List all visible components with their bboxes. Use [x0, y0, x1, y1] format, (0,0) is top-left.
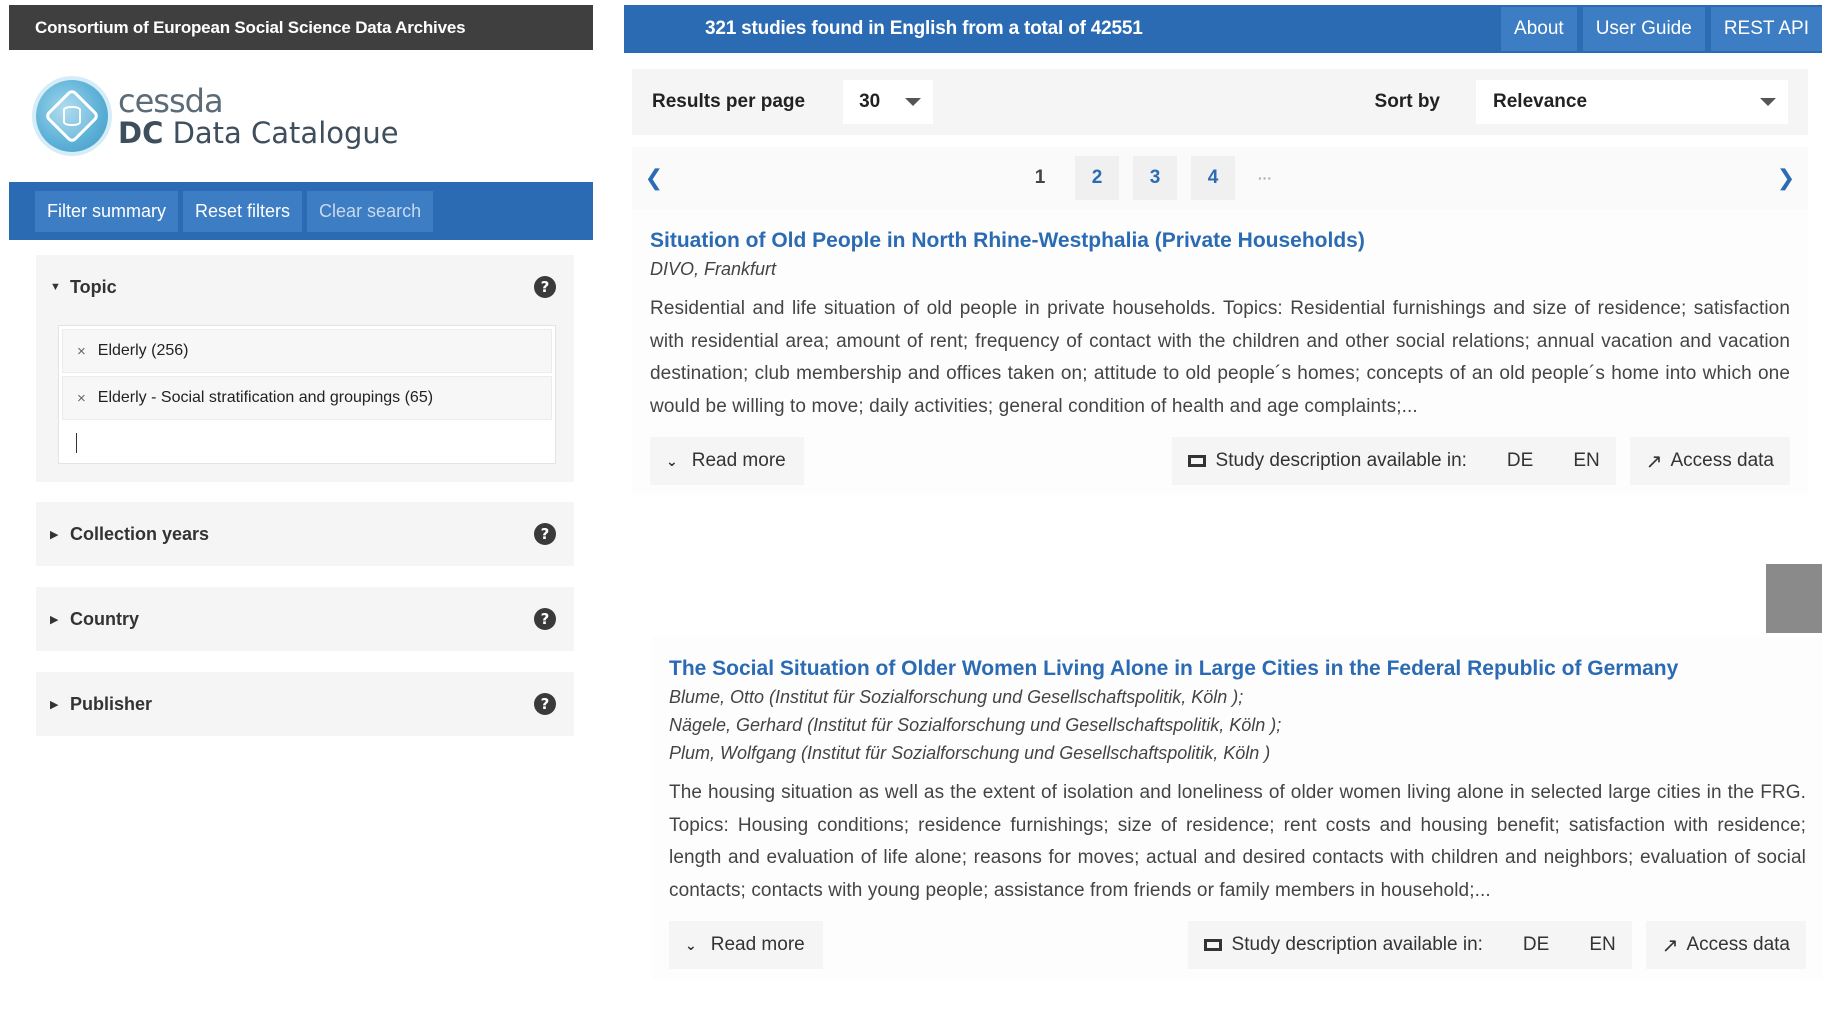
- help-icon[interactable]: ?: [534, 276, 556, 298]
- study-languages: Study description available in: DE EN: [1171, 437, 1616, 485]
- lang-link-en[interactable]: EN: [1589, 934, 1615, 956]
- results-controls: Results per page 30 Sort by Relevance: [632, 69, 1808, 135]
- result-title[interactable]: Situation of Old People in North Rhine-W…: [650, 227, 1790, 255]
- access-data-button[interactable]: ↗ Access data: [1645, 921, 1806, 969]
- clear-search-button[interactable]: Clear search: [307, 190, 434, 232]
- chevron-down-icon: [905, 98, 922, 106]
- result-item: The Social Situation of Older Women Livi…: [652, 637, 1822, 979]
- reset-filters-button[interactable]: Reset filters: [183, 190, 303, 232]
- topic-chip: × Elderly - Social stratification and gr…: [62, 376, 552, 420]
- page-link[interactable]: 4: [1191, 156, 1235, 200]
- external-link-icon: ↗: [1645, 450, 1663, 473]
- help-icon[interactable]: ?: [534, 608, 556, 630]
- read-more-button[interactable]: ⌄ Read more: [669, 921, 823, 969]
- topic-chip-label: Elderly (256): [97, 342, 189, 359]
- study-languages: Study description available in: DE EN: [1187, 921, 1632, 969]
- chevron-right-icon[interactable]: ❯: [1764, 147, 1808, 209]
- chevron-down-icon: [1760, 98, 1776, 106]
- close-icon[interactable]: ×: [77, 343, 86, 360]
- lang-link-en[interactable]: EN: [1573, 450, 1599, 472]
- help-icon[interactable]: ?: [534, 523, 556, 545]
- external-link-icon: ↗: [1661, 934, 1679, 957]
- nav-about[interactable]: About: [1501, 7, 1577, 51]
- close-icon[interactable]: ×: [77, 390, 86, 407]
- caret-right-icon: ▶: [50, 698, 59, 711]
- scroll-to-top-tab[interactable]: [1766, 564, 1822, 633]
- per-page-select[interactable]: 30: [843, 80, 934, 124]
- caret-down-icon: ▼: [50, 281, 61, 293]
- logo-line-1: cessda: [118, 81, 224, 120]
- help-icon[interactable]: ?: [534, 693, 556, 715]
- facet-topic: ▼ Topic ? × Elderly (256) × Elderly - So…: [36, 255, 574, 482]
- filter-summary-button[interactable]: Filter summary: [35, 190, 179, 232]
- facet-collection-years[interactable]: ▶ Collection years ?: [36, 502, 574, 566]
- sidebar: Consortium of European Social Science Da…: [9, 5, 593, 736]
- sort-select[interactable]: Relevance: [1476, 80, 1788, 124]
- facet-collection-years-label: Collection years: [70, 523, 210, 544]
- read-more-button[interactable]: ⌄ Read more: [650, 437, 804, 485]
- facet-publisher-label: Publisher: [70, 693, 153, 714]
- org-name-bar: Consortium of European Social Science Da…: [9, 5, 593, 50]
- main-content: 321 studies found in English from a tota…: [624, 5, 1822, 979]
- org-name: Consortium of European Social Science Da…: [35, 17, 466, 37]
- page-link[interactable]: 2: [1075, 156, 1119, 200]
- facet-publisher[interactable]: ▶ Publisher ?: [36, 672, 574, 736]
- result-creator: Plum, Wolfgang (Institut für Sozialforsc…: [669, 743, 1271, 763]
- result-item: Situation of Old People in North Rhine-W…: [632, 209, 1808, 495]
- cessda-logo[interactable]: cessda DC Data Catalogue: [9, 50, 593, 182]
- topic-search-input[interactable]: [62, 423, 552, 463]
- caret-right-icon: ▶: [50, 613, 59, 626]
- topic-chip-label: Elderly - Social stratification and grou…: [97, 389, 434, 406]
- result-creator: Nägele, Gerhard (Institut für Sozialfors…: [669, 715, 1282, 735]
- language-icon: [1203, 939, 1222, 951]
- nav-rest-api[interactable]: REST API: [1710, 7, 1822, 51]
- pagination: ❮ 1 2 3 4 ··· ❯: [632, 147, 1808, 209]
- filter-toolbar: Filter summary Reset filters Clear searc…: [9, 182, 593, 240]
- facet-topic-label: Topic: [70, 276, 117, 297]
- top-nav-bar: 321 studies found in English from a tota…: [624, 5, 1822, 53]
- result-description: The housing situation as well as the ext…: [669, 782, 1806, 901]
- lang-link-de[interactable]: DE: [1523, 934, 1549, 956]
- sort-label: Sort by: [1374, 91, 1440, 112]
- results-count: 321 studies found in English from a tota…: [705, 18, 1143, 39]
- result-creator: Blume, Otto (Institut für Sozialforschun…: [669, 687, 1244, 707]
- page-current: 1: [1034, 167, 1046, 188]
- facet-topic-header[interactable]: ▼ Topic ?: [36, 255, 574, 319]
- lang-link-de[interactable]: DE: [1507, 450, 1533, 472]
- chevron-down-icon: ⌄: [666, 452, 678, 469]
- result-title[interactable]: The Social Situation of Older Women Livi…: [669, 655, 1806, 683]
- chevron-down-icon: ⌄: [685, 936, 697, 953]
- nav-user-guide[interactable]: User Guide: [1582, 7, 1705, 51]
- result-creator: DIVO, Frankfurt: [650, 259, 777, 279]
- per-page-label: Results per page: [652, 91, 806, 112]
- chevron-left-icon[interactable]: ❮: [632, 147, 676, 209]
- page-link[interactable]: 3: [1133, 156, 1177, 200]
- caret-right-icon: ▶: [50, 528, 59, 541]
- database-logo-icon: [36, 80, 108, 152]
- logo-line-2: DC Data Catalogue: [118, 115, 399, 150]
- topic-chip: × Elderly (256): [62, 329, 552, 373]
- facet-country-label: Country: [70, 608, 139, 629]
- topic-chip-list: × Elderly (256) × Elderly - Social strat…: [58, 325, 556, 464]
- result-description: Residential and life situation of old pe…: [650, 298, 1790, 417]
- language-icon: [1187, 455, 1206, 467]
- facet-country[interactable]: ▶ Country ?: [36, 587, 574, 651]
- page-ellipsis: ···: [1258, 170, 1272, 186]
- access-data-button[interactable]: ↗ Access data: [1629, 437, 1790, 485]
